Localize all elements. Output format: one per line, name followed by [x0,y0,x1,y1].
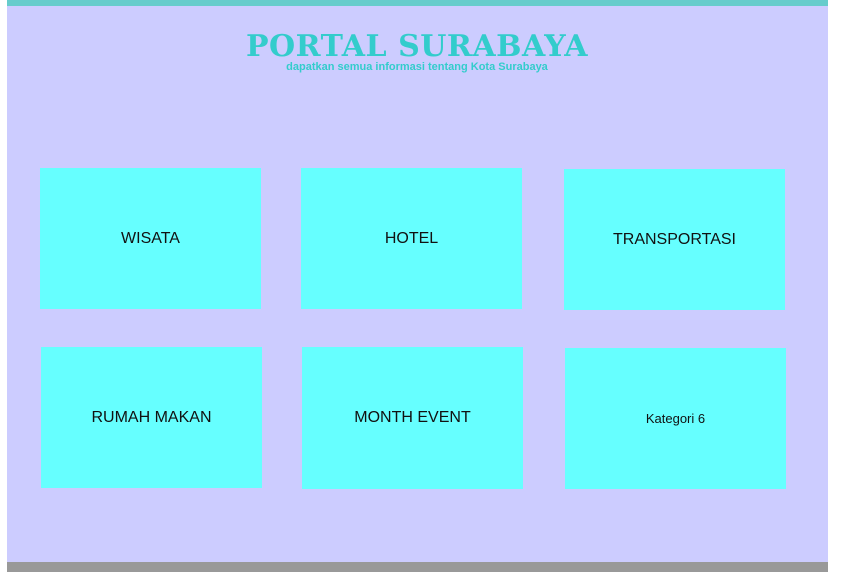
top-bar [7,0,828,6]
category-tile-kategori-6[interactable]: Kategori 6 [565,348,786,489]
category-tile-transportasi[interactable]: TRANSPORTASI [564,169,785,310]
category-tile-wisata[interactable]: WISATA [40,168,261,309]
page-container: PORTAL SURABAYA dapatkan semua informasi… [7,0,828,572]
category-label-kategori-6: Kategori 6 [645,411,706,426]
category-label-month-event: MONTH EVENT [354,409,471,426]
category-tile-rumah-makan[interactable]: RUMAH MAKAN [41,347,262,488]
bottom-bar [7,562,828,572]
category-label-hotel: HOTEL [384,229,439,247]
category-label-transportasi: TRANSPORTASI [613,230,736,248]
category-label-rumah-makan: RUMAH MAKAN [91,408,212,426]
site-title: PORTAL SURABAYA [245,29,589,64]
header: PORTAL SURABAYA dapatkan semua informasi… [227,29,607,74]
category-tile-month-event[interactable]: MONTH EVENT [302,347,523,489]
category-tile-hotel[interactable]: HOTEL [301,168,522,309]
category-label-wisata: WISATA [121,229,180,247]
